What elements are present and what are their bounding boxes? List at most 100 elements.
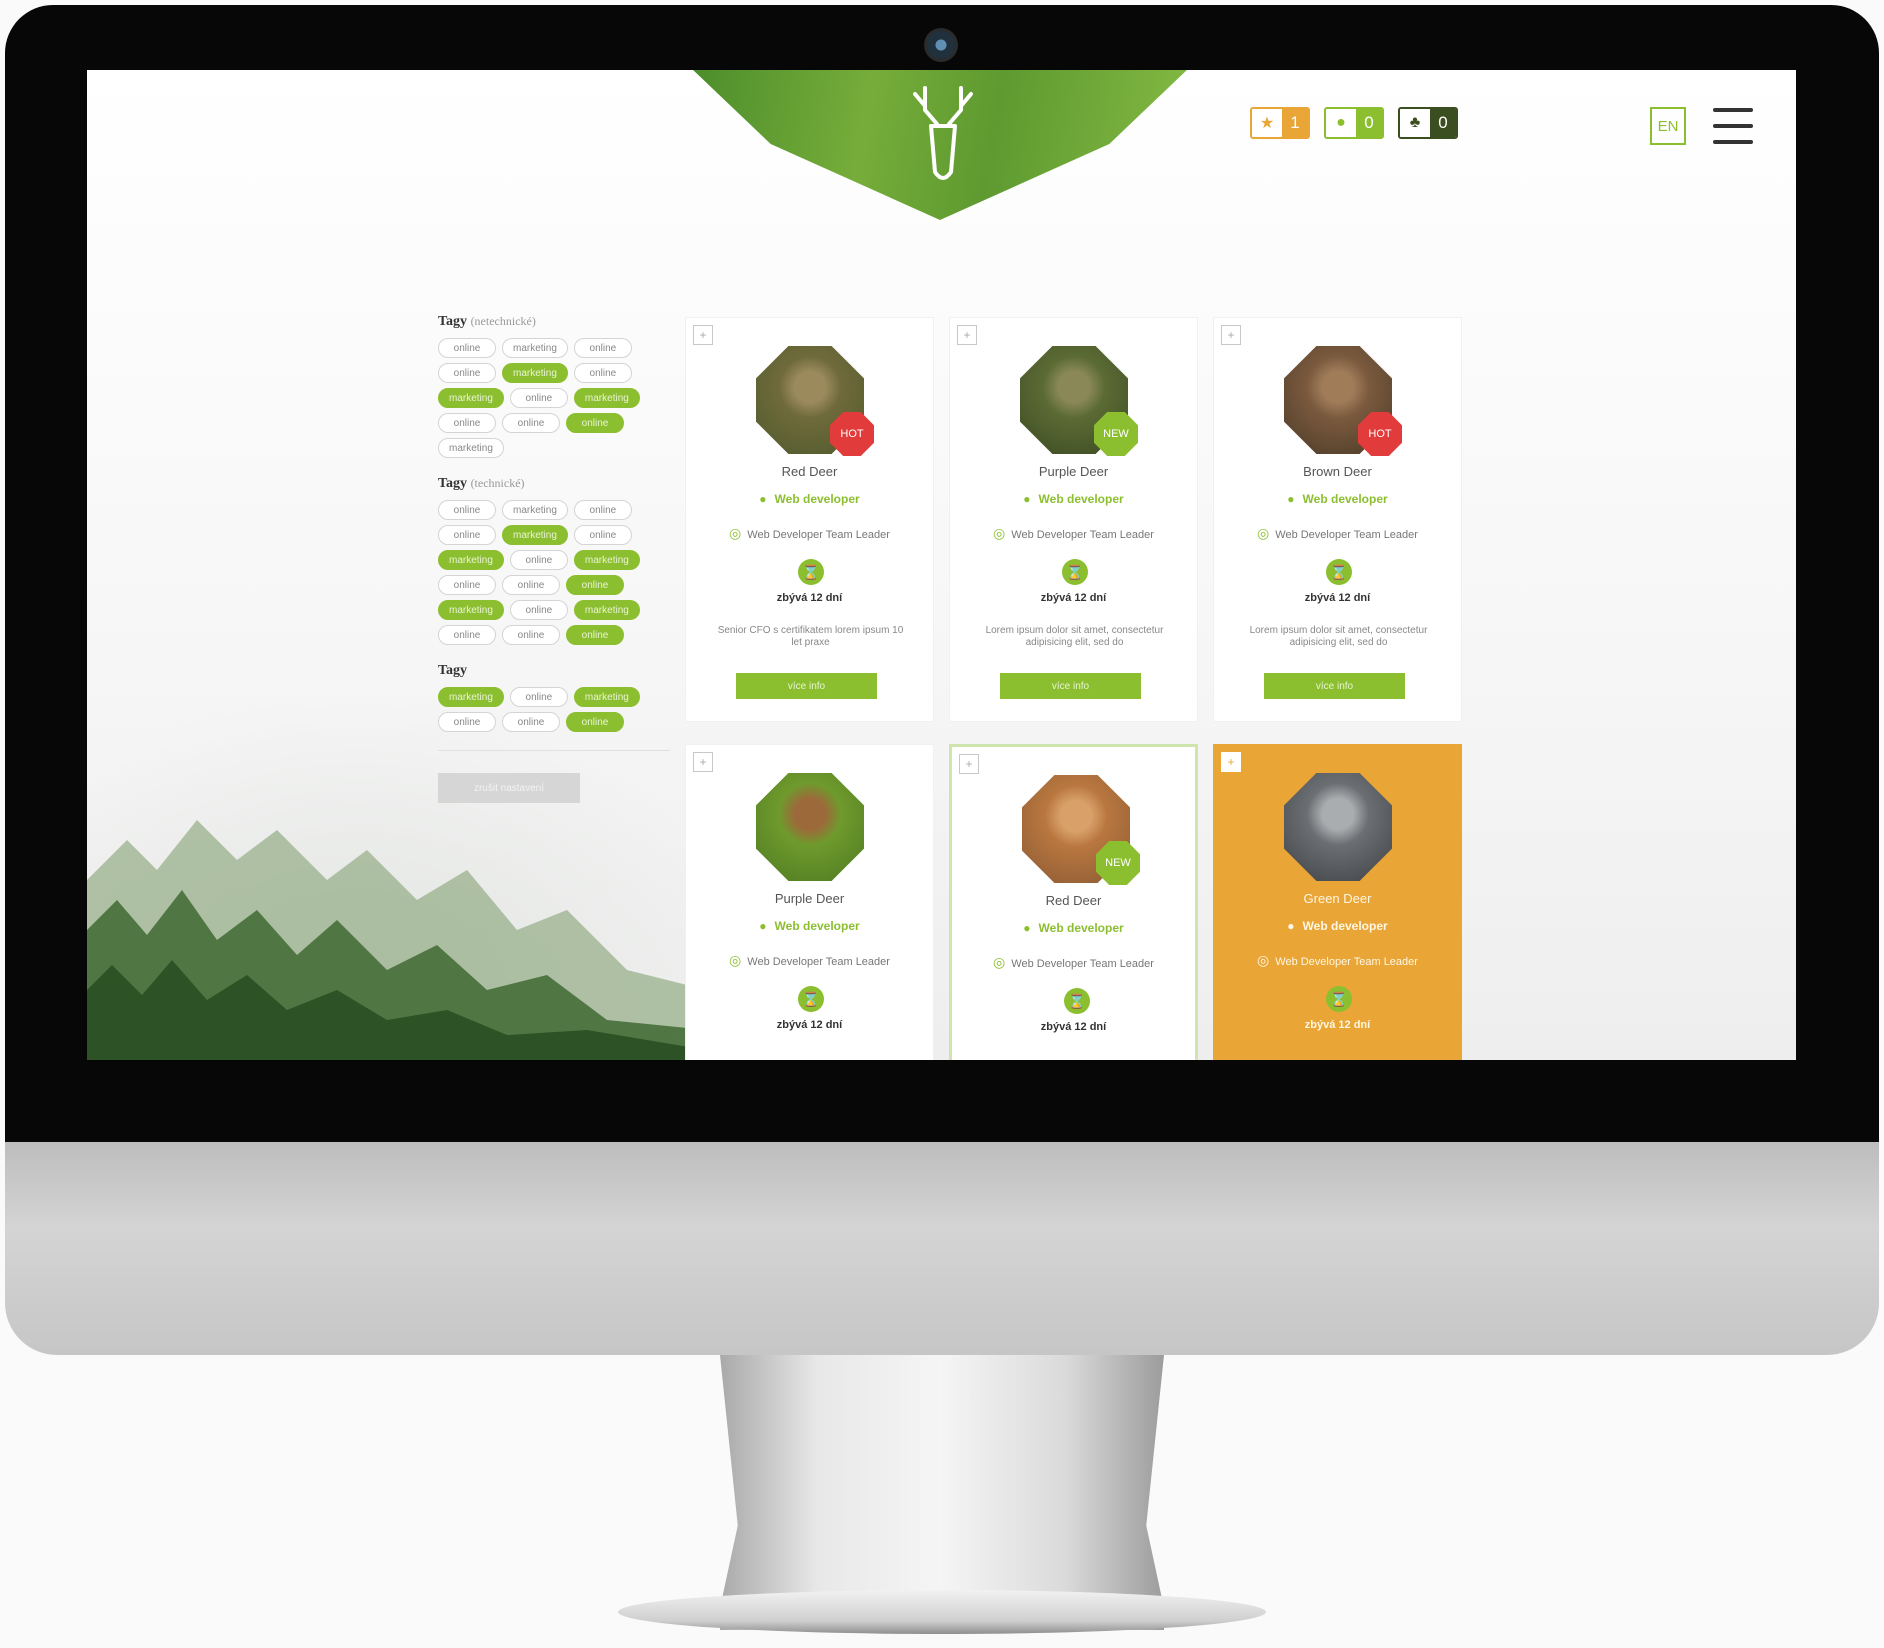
- card-name: Red Deer: [781, 464, 838, 479]
- card-remaining: zbývá 12 dní: [1040, 1021, 1107, 1033]
- hamburger-menu-icon[interactable]: [1713, 108, 1753, 144]
- tag-chip[interactable]: marketing: [573, 550, 640, 570]
- tag-chip[interactable]: marketing: [438, 438, 504, 458]
- tag-chip[interactable]: marketing: [573, 600, 640, 620]
- tag-chip[interactable]: online: [502, 575, 560, 595]
- sidebar-divider: [438, 750, 670, 751]
- tag-chip[interactable]: online: [438, 625, 496, 645]
- favorites-counter[interactable]: ★ 1: [1250, 107, 1310, 139]
- card-role-label: Web developer: [1302, 492, 1388, 506]
- target-icon: ◎: [729, 952, 742, 968]
- tag-chip[interactable]: online: [509, 388, 568, 408]
- avatar-frame: HOT: [1284, 346, 1402, 456]
- tag-chip[interactable]: online: [509, 600, 568, 620]
- more-info-button[interactable]: více info: [736, 673, 877, 699]
- tag-group-note: (netechnické): [470, 314, 536, 328]
- tree-count: 0: [1430, 109, 1456, 137]
- candidate-card[interactable]: + HOT Brown Deer ● Web developer ◎ Web Dev…: [1213, 317, 1462, 722]
- deer-logo-icon[interactable]: [903, 80, 983, 190]
- card-remaining: zbývá 12 dní: [776, 592, 843, 604]
- star-icon: ★: [1252, 109, 1282, 137]
- candidate-card[interactable]: + Purple Deer ● Web developer ◎ Web Develo…: [685, 744, 934, 1060]
- forest-background: [87, 820, 707, 1060]
- card-remaining: zbývá 12 dní: [1304, 592, 1371, 604]
- tag-chip[interactable]: marketing: [502, 363, 568, 383]
- tag-list: online marketing online online marketing onli…: [438, 500, 675, 645]
- tag-chip[interactable]: marketing: [502, 525, 568, 545]
- card-position: ◎ Web Developer Team Leader: [1214, 952, 1461, 969]
- tag-chip[interactable]: marketing: [573, 687, 640, 707]
- tag-chip[interactable]: online: [438, 712, 496, 732]
- tag-chip[interactable]: online: [573, 363, 632, 383]
- target-icon: ◎: [993, 525, 1006, 541]
- card-position-label: Web Developer Team Leader: [747, 956, 890, 968]
- target-icon: ◎: [729, 525, 742, 541]
- tag-chip[interactable]: online: [438, 500, 496, 520]
- language-switch[interactable]: EN: [1650, 107, 1686, 145]
- tag-chip[interactable]: online: [438, 525, 496, 545]
- tag-group-label: Tagy: [438, 476, 468, 491]
- monitor-stand-base: [618, 1590, 1266, 1634]
- hourglass-icon: ⌛: [798, 986, 824, 1012]
- tag-chip[interactable]: online: [566, 413, 624, 433]
- more-info-button[interactable]: více info: [1264, 673, 1405, 699]
- candidate-card[interactable]: + NEW Purple Deer ● Web developer ◎ Web De…: [949, 317, 1198, 722]
- user-icon: ●: [1326, 109, 1356, 137]
- tag-chip[interactable]: marketing: [502, 500, 568, 520]
- tag-chip[interactable]: marketing: [573, 388, 640, 408]
- user-icon: ●: [759, 919, 767, 933]
- add-to-favorites-icon[interactable]: +: [693, 752, 713, 772]
- tag-group-label: Tagy: [438, 663, 468, 678]
- card-position: ◎ Web Developer Team Leader: [686, 525, 933, 542]
- tag-chip[interactable]: online: [566, 712, 624, 732]
- tag-chip[interactable]: online: [438, 413, 496, 433]
- tag-chip[interactable]: marketing: [438, 687, 504, 707]
- tag-chip[interactable]: online: [573, 525, 632, 545]
- tag-group-note: (technické): [470, 476, 525, 490]
- add-to-favorites-icon[interactable]: +: [1221, 325, 1241, 345]
- tag-chip[interactable]: online: [566, 625, 624, 645]
- tag-chip[interactable]: marketing: [438, 388, 504, 408]
- card-role: ● Web developer: [686, 919, 933, 933]
- avatar-frame: HOT: [756, 346, 874, 456]
- add-to-favorites-icon[interactable]: +: [957, 325, 977, 345]
- tree-counter[interactable]: ♣ 0: [1398, 107, 1458, 139]
- screen: ★ 1 ● 0 ♣ 0 EN Tagy (netechnické) online m…: [87, 70, 1796, 1060]
- tag-chip[interactable]: online: [438, 338, 496, 358]
- tag-chip[interactable]: online: [502, 625, 560, 645]
- card-role: ● Web developer: [952, 921, 1195, 935]
- tag-chip[interactable]: online: [502, 413, 560, 433]
- candidate-card[interactable]: + HOT Red Deer ● Web developer ◎ Web Devel…: [685, 317, 934, 722]
- card-name: Red Deer: [1045, 893, 1102, 908]
- candidate-card[interactable]: + Green Deer ● Web developer ◎ Web Develop…: [1213, 744, 1462, 1060]
- tag-chip[interactable]: online: [438, 363, 496, 383]
- card-role: ● Web developer: [950, 492, 1197, 506]
- tag-chip[interactable]: marketing: [438, 550, 504, 570]
- monitor-chin: [5, 1142, 1879, 1355]
- hourglass-icon: ⌛: [1326, 559, 1352, 585]
- reset-filters-button[interactable]: zrušit nastavení: [438, 773, 580, 803]
- more-info-button[interactable]: více info: [1000, 673, 1141, 699]
- tag-chip[interactable]: online: [509, 687, 568, 707]
- candidate-card[interactable]: + NEW Red Deer ● Web developer ◎ Web Devel…: [949, 744, 1198, 1060]
- add-to-favorites-icon[interactable]: +: [693, 325, 713, 345]
- tag-chip[interactable]: online: [573, 500, 632, 520]
- tag-chip[interactable]: online: [573, 338, 632, 358]
- tag-chip[interactable]: online: [509, 550, 568, 570]
- tree-icon: ♣: [1400, 109, 1430, 137]
- avatar-frame: [1284, 773, 1392, 881]
- imac-mockup: ★ 1 ● 0 ♣ 0 EN Tagy (netechnické) online m…: [0, 0, 1884, 1648]
- tag-chip[interactable]: online: [502, 712, 560, 732]
- add-to-favorites-icon[interactable]: +: [959, 754, 979, 774]
- tag-chip[interactable]: online: [438, 575, 496, 595]
- add-to-favorites-icon[interactable]: +: [1221, 752, 1241, 772]
- tag-chip[interactable]: marketing: [438, 600, 504, 620]
- tag-chip[interactable]: marketing: [502, 338, 568, 358]
- favorites-count: 1: [1282, 109, 1308, 137]
- card-role: ● Web developer: [1214, 919, 1461, 933]
- candidates-counter[interactable]: ● 0: [1324, 107, 1384, 139]
- card-remaining: zbývá 12 dní: [1304, 1019, 1371, 1031]
- deer-avatar: [756, 773, 864, 881]
- monitor-stand: [720, 1355, 1164, 1630]
- tag-chip[interactable]: online: [566, 575, 624, 595]
